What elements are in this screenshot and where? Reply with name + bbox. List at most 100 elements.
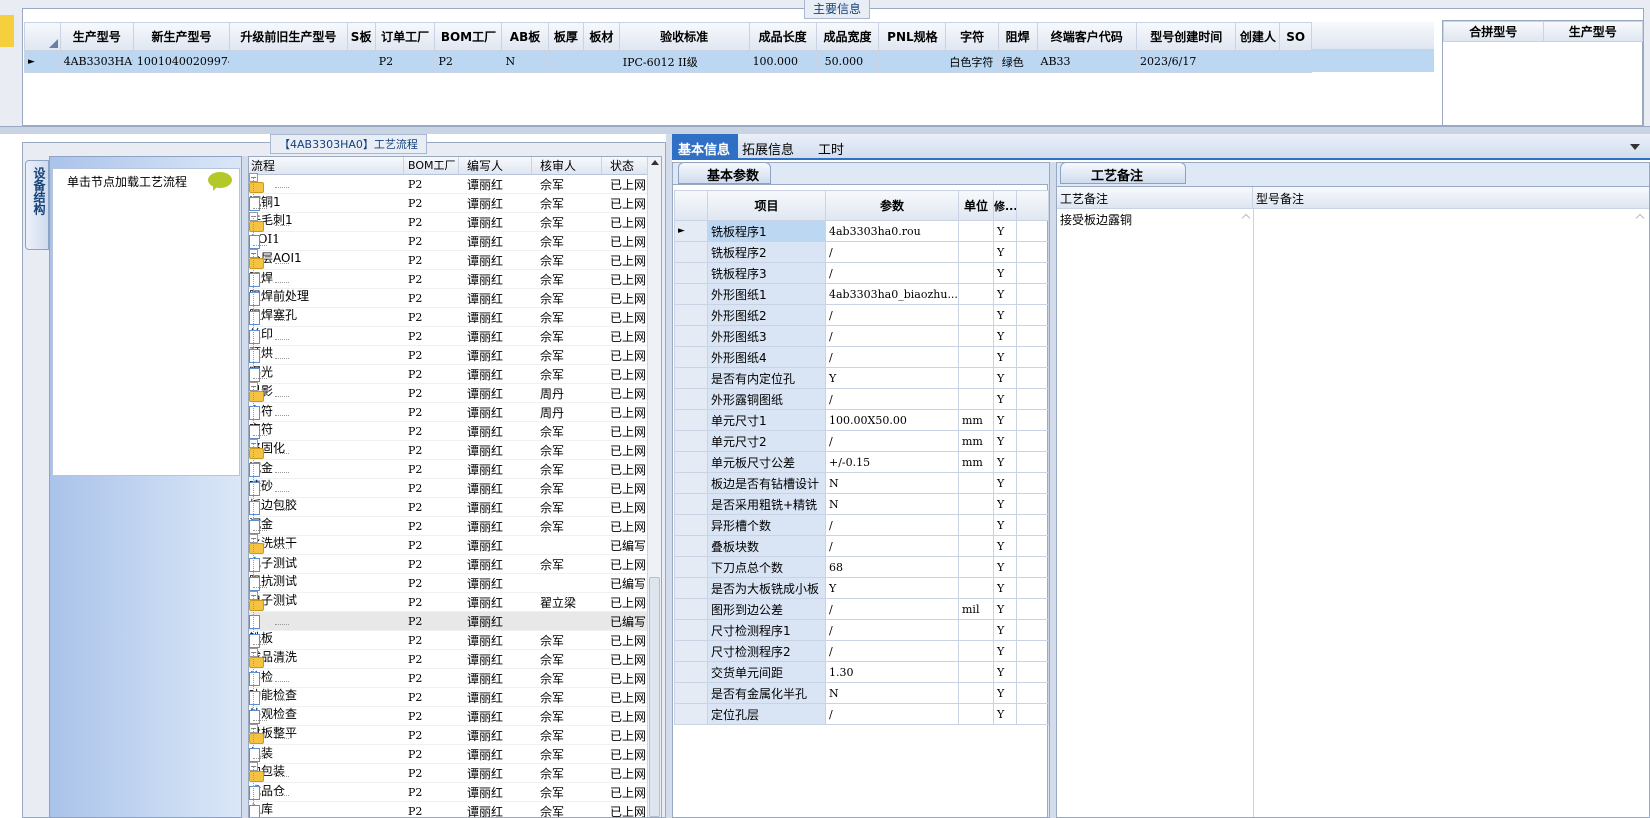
- side-vertical-tab[interactable]: 设备结构: [25, 160, 49, 250]
- main-cell[interactable]: [547, 50, 585, 73]
- param-row[interactable]: 外形露铜图纸 / Y: [674, 388, 1049, 410]
- param-row-selector[interactable]: [674, 619, 708, 641]
- param-row[interactable]: 板边是否有钻槽设计 N Y: [674, 472, 1049, 494]
- param-row-selector[interactable]: [674, 703, 708, 725]
- param-row[interactable]: 尺寸检测程序2/ Y: [674, 640, 1049, 662]
- params-table[interactable]: 项目 参数 单位 修... ► 铣板程序1 4ab3303ha0.rou Y 铣板程序2…: [674, 190, 1049, 725]
- row-selector-header[interactable]: [24, 22, 61, 51]
- param-row-selector[interactable]: [674, 661, 708, 683]
- model-remark-textarea[interactable]: [1255, 209, 1649, 817]
- param-value[interactable]: /: [825, 304, 959, 326]
- param-value[interactable]: /: [825, 535, 959, 557]
- param-row[interactable]: 单元板尺寸公差 +/-0.15 mm Y: [674, 451, 1049, 473]
- hint-box[interactable]: 单击节点加载工艺流程: [52, 168, 240, 476]
- param-row-selector[interactable]: [674, 451, 708, 473]
- model-remark-scroll-up-icon[interactable]: [1635, 213, 1645, 223]
- main-cell[interactable]: [346, 50, 376, 73]
- param-row-selector[interactable]: [674, 241, 708, 263]
- param-value[interactable]: /: [825, 619, 959, 641]
- main-cell[interactable]: 50.000: [815, 50, 880, 73]
- param-row[interactable]: 图形到边公差 / mil Y: [674, 598, 1049, 620]
- main-cell[interactable]: [1279, 50, 1312, 73]
- main-col-header[interactable]: 生产型号: [59, 22, 134, 51]
- param-value[interactable]: Y: [825, 577, 959, 599]
- param-row-selector[interactable]: [674, 367, 708, 389]
- param-row-selector[interactable]: [674, 262, 708, 284]
- param-row[interactable]: 是否采用粗铣+精铣 N Y: [674, 493, 1049, 515]
- main-cell[interactable]: 100.000: [748, 50, 817, 73]
- main-cell[interactable]: [878, 50, 947, 73]
- param-row[interactable]: 单元尺寸1 100.00X50.00 mm Y: [674, 409, 1049, 431]
- param-row-selector[interactable]: [674, 640, 708, 662]
- process-remark-textarea[interactable]: 接受板边露铜: [1057, 209, 1254, 817]
- param-value[interactable]: 4ab3303ha0_biaozhu...: [825, 283, 959, 305]
- process-grid[interactable]: 流程 BOM工厂 编写人 核审人 状态 − 沉铜1 P2 谭丽红 佘军 已上网 去毛刺1 P2…: [248, 156, 662, 818]
- param-value[interactable]: /: [825, 430, 959, 452]
- col-status[interactable]: 状态: [602, 157, 645, 174]
- param-row-selector[interactable]: [674, 409, 708, 431]
- param-row[interactable]: ► 铣板程序1 4ab3303ha0.rou Y: [674, 220, 1049, 242]
- param-row[interactable]: 下刀点总个数 68 Y: [674, 556, 1049, 578]
- merge-model-table[interactable]: 合拼型号 生产型号: [1443, 21, 1643, 42]
- sub-tab-basic-params[interactable]: 基本参数: [678, 162, 771, 184]
- merge-model-col[interactable]: 合拼型号: [1443, 21, 1544, 42]
- main-info-table[interactable]: 生产型号 新生产型号 升级前旧生产型号 S板 订单工厂 BOM工厂 AB板 板厚 板材 验收标准成…: [24, 22, 1312, 73]
- param-row-selector[interactable]: [674, 346, 708, 368]
- scroll-thumb[interactable]: [649, 577, 660, 817]
- param-value[interactable]: N: [825, 682, 959, 704]
- main-cell[interactable]: IPC-6012 II级: [618, 50, 750, 73]
- tab-extended-info[interactable]: 拓展信息: [742, 139, 794, 158]
- main-cell[interactable]: 绿色: [997, 50, 1038, 73]
- param-value[interactable]: /: [825, 241, 959, 263]
- main-col-header[interactable]: 升级前旧生产型号: [229, 22, 348, 51]
- main-col-header[interactable]: 阻焊: [997, 22, 1038, 51]
- main-col-header[interactable]: 创建人: [1235, 22, 1281, 51]
- tab-work-hours[interactable]: 工时: [818, 139, 844, 158]
- param-row-selector[interactable]: [674, 472, 708, 494]
- param-row[interactable]: 是否有金属化半孔 N Y: [674, 682, 1049, 704]
- param-row-selector[interactable]: [674, 430, 708, 452]
- param-value[interactable]: 1.30: [825, 661, 959, 683]
- main-col-header[interactable]: 字符: [945, 22, 999, 51]
- col-reviewer[interactable]: 核审人: [532, 157, 602, 174]
- param-row[interactable]: 外形图纸1 4ab3303ha0_biaozhu... Y: [674, 283, 1049, 305]
- param-row[interactable]: 外形图纸2/ Y: [674, 304, 1049, 326]
- main-cell[interactable]: [229, 50, 348, 73]
- param-row-selector[interactable]: [674, 577, 708, 599]
- main-col-header[interactable]: 新生产型号: [132, 22, 231, 51]
- main-cell[interactable]: P2: [434, 50, 503, 73]
- param-row[interactable]: 铣板程序2/ Y: [674, 241, 1049, 263]
- param-value[interactable]: /: [825, 262, 959, 284]
- main-cell[interactable]: 2023/6/17: [1135, 50, 1237, 73]
- param-row[interactable]: 是否为大板铣成小板 Y Y: [674, 577, 1049, 599]
- row-pointer[interactable]: ►: [24, 50, 61, 73]
- param-value[interactable]: +/-0.15: [825, 451, 959, 473]
- main-col-header[interactable]: 成品长度: [748, 22, 817, 51]
- param-row[interactable]: 铣板程序3/ Y: [674, 262, 1049, 284]
- merge-prod-col[interactable]: 生产型号: [1542, 21, 1643, 42]
- main-cell[interactable]: 10010400209974: [132, 50, 231, 73]
- tab-basic-info[interactable]: 基本信息: [672, 134, 738, 160]
- param-row-selector[interactable]: [674, 598, 708, 620]
- param-value[interactable]: /: [825, 514, 959, 536]
- main-cell[interactable]: [1235, 50, 1281, 73]
- param-row[interactable]: 交货单元间距 1.30 Y: [674, 661, 1049, 683]
- main-col-header[interactable]: AB板: [501, 22, 549, 51]
- param-value[interactable]: /: [825, 598, 959, 620]
- main-cell[interactable]: [583, 50, 620, 73]
- params-col-value[interactable]: 参数: [825, 190, 959, 221]
- horizontal-splitter[interactable]: [0, 126, 1650, 134]
- remark-col-process[interactable]: 工艺备注: [1057, 187, 1253, 208]
- param-row-selector[interactable]: [674, 514, 708, 536]
- param-value[interactable]: Y: [825, 367, 959, 389]
- param-row[interactable]: 外形图纸4/ Y: [674, 346, 1049, 368]
- main-col-header[interactable]: BOM工厂: [434, 22, 503, 51]
- remark-col-model[interactable]: 型号备注: [1253, 187, 1307, 208]
- param-row[interactable]: 定位孔层 / Y: [674, 703, 1049, 725]
- main-cell[interactable]: 白色字符: [945, 50, 999, 73]
- param-row-selector[interactable]: [674, 535, 708, 557]
- param-row-selector[interactable]: [674, 283, 708, 305]
- param-row-selector[interactable]: [674, 556, 708, 578]
- param-row-selector[interactable]: [674, 493, 708, 515]
- param-row-selector[interactable]: ►: [674, 220, 708, 242]
